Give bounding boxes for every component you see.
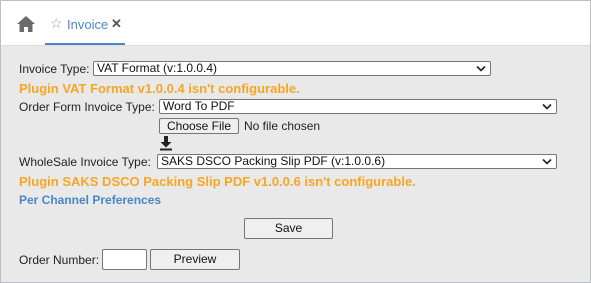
invoice-type-value: VAT Format (v:1.0.0.4)	[97, 61, 218, 75]
wholesale-invoice-type-label: WholeSale Invoice Type:	[19, 155, 151, 169]
chevron-down-icon	[542, 158, 552, 165]
tab-invoice-label: Invoice	[67, 17, 109, 32]
active-tab-indicator	[45, 43, 125, 45]
download-button[interactable]	[159, 135, 173, 151]
wholesale-invoice-type-select[interactable]: SAKS DSCO Packing Slip PDF (v:1.0.0.6)	[157, 154, 557, 169]
wholesale-invoice-type-warning: Plugin SAKS DSCO Packing Slip PDF v1.0.0…	[19, 174, 416, 189]
invoice-type-select[interactable]: VAT Format (v:1.0.0.4)	[93, 61, 491, 76]
invoice-panel: ☆ Invoice ✕ Invoice Type: VAT Format (v:…	[0, 0, 591, 283]
invoice-type-warning: Plugin VAT Format v1.0.0.4 isn't configu…	[19, 81, 300, 96]
close-icon[interactable]: ✕	[111, 16, 122, 32]
choose-file-button[interactable]: Choose File	[159, 118, 239, 134]
chevron-down-icon	[542, 103, 552, 110]
star-icon[interactable]: ☆	[50, 15, 63, 31]
order-form-invoice-type-value: Word To PDF	[163, 99, 235, 113]
order-number-label: Order Number:	[19, 253, 100, 267]
order-form-invoice-type-label: Order Form Invoice Type:	[19, 100, 155, 114]
tab-bar: ☆ Invoice ✕	[1, 1, 590, 46]
chevron-down-icon	[476, 65, 486, 72]
order-number-input[interactable]	[102, 249, 147, 270]
preview-button[interactable]: Preview	[150, 249, 240, 270]
invoice-type-label: Invoice Type:	[19, 62, 90, 76]
download-icon	[160, 136, 172, 151]
order-form-invoice-type-select[interactable]: Word To PDF	[159, 99, 557, 114]
per-channel-preferences-link[interactable]: Per Channel Preferences	[19, 193, 161, 207]
home-icon	[17, 16, 35, 32]
save-button[interactable]: Save	[244, 218, 333, 239]
tab-invoice[interactable]: ☆ Invoice ✕	[45, 1, 125, 45]
file-status: No file chosen	[244, 119, 321, 133]
wholesale-invoice-type-value: SAKS DSCO Packing Slip PDF (v:1.0.0.6)	[161, 154, 386, 168]
home-button[interactable]	[16, 15, 36, 33]
